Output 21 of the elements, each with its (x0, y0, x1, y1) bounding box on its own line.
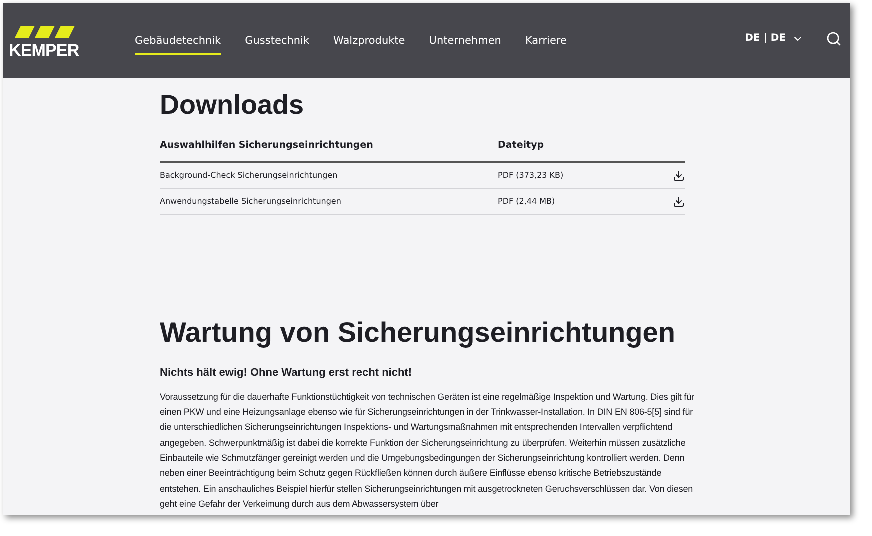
downloads-heading: Downloads (160, 92, 306, 119)
search-button[interactable] (826, 30, 842, 46)
language-selector[interactable]: DE | DE (745, 31, 804, 46)
table-cell-text: Anwendungstabelle Sicherungseinrichtungen (160, 196, 342, 208)
download-button[interactable] (673, 170, 685, 182)
nav-link[interactable]: Karriere (525, 34, 567, 56)
logo-text: KEMPER (9, 42, 80, 59)
table-cell-text: Background-Check Sicherungseinrichtungen (160, 170, 339, 182)
article-heading: Wartung von Sicherungseinrichtungen (160, 319, 676, 348)
table-cell: PDF (2,44 MB) (498, 196, 556, 208)
nav-link[interactable]: Unternehmen (429, 34, 502, 56)
nav-link[interactable]: Gebäudetechnik (135, 34, 222, 56)
nav-link[interactable]: Walzprodukte (334, 34, 406, 56)
download-button[interactable] (673, 196, 685, 208)
column-header: Dateityp (498, 139, 544, 153)
table-cell: PDF (373,23 KB) (498, 170, 564, 182)
logo-stripes-icon (15, 26, 75, 38)
column-header: Auswahlhilfen Sicherungseinrichtungen (160, 139, 374, 153)
nav-link[interactable]: Gusstechnik (245, 34, 310, 56)
article-paragraph: Voraussetzung für die dauerhafte Funktionstüchtigkeit von technischen Geräten ist eine regelmäßige Inspektion und Wartung. Dies gilt für einen PKW und eine Heizungsanlage ebenso wie für Sicherungseinrichtungen in der Trinkwasser-Installation. In DIN EN 806-5[5] sind für die unterschiedlichen Sicherungseinrichtungen Inspektions- und Wartungsmaßnahmen mit entsprechenden Intervallen verpflichtend angegeben. Schwerpunktmäßig ist dabei die korrekte Funktion der Sicherungseinrichtung zu überprüfen. Weiterhin müssen zusätzliche Einbauteile wie Schmutzfänger gereinigt werden und die Umgebungsbedingungen der Sicherungseinrichtung kontrolliert werden. Denn neben einer Beeinträchtigung beim Schutz gegen Rückfließen können durch äußere Einflüsse ebenso kritische Betriebszustände entstehen. Ein anschauliches Beispiel hierfür stellen Sicherungseinrichtungen mit ausgetrockneten Geruchsverschlüssen dar. Von diesen geht eine Gefahr der Verkeimung durch aus dem Abwassersystem über (160, 390, 695, 511)
article-subtitle: Nichts hält ewig! Ohne Wartung erst recht nicht! (160, 366, 414, 382)
